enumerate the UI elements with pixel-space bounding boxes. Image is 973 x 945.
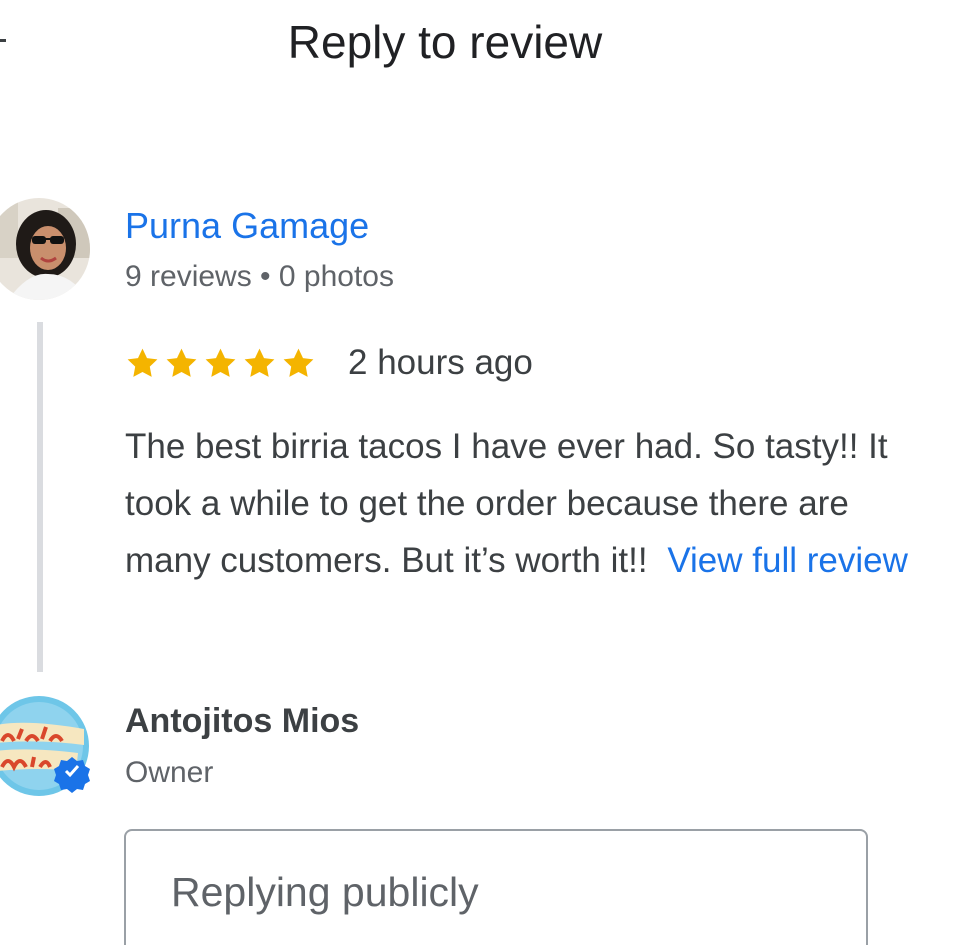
reviewer-avatar[interactable] (0, 198, 90, 300)
reply-placeholder: Replying publicly (171, 869, 479, 915)
star-icon (244, 348, 275, 377)
view-full-review-link[interactable]: View full review (667, 541, 908, 580)
owner-role: Owner (125, 756, 214, 789)
owner-logo (0, 696, 90, 796)
star-icon (127, 348, 158, 377)
star-rating (125, 346, 316, 381)
reply-to-review-screen: Reply to review Purna Gamage 9 reviews •… (0, 0, 973, 945)
thread-line (37, 322, 43, 672)
star-icon (205, 348, 236, 377)
reviewer-name[interactable]: Purna Gamage (125, 204, 369, 248)
reviewer-photo (0, 198, 90, 300)
page-title: Reply to review (287, 16, 603, 68)
owner-avatar (0, 695, 90, 797)
review-time: 2 hours ago (348, 343, 533, 382)
reply-input[interactable]: Replying publicly (124, 829, 868, 945)
rating-row: 2 hours ago (125, 340, 533, 386)
review-text: The best birria tacos I have ever had. S… (125, 418, 925, 589)
owner-name: Antojitos Mios (125, 702, 360, 740)
star-icon (283, 348, 314, 377)
reviewer-meta: 9 reviews • 0 photos (125, 260, 394, 293)
star-icon (166, 348, 197, 377)
